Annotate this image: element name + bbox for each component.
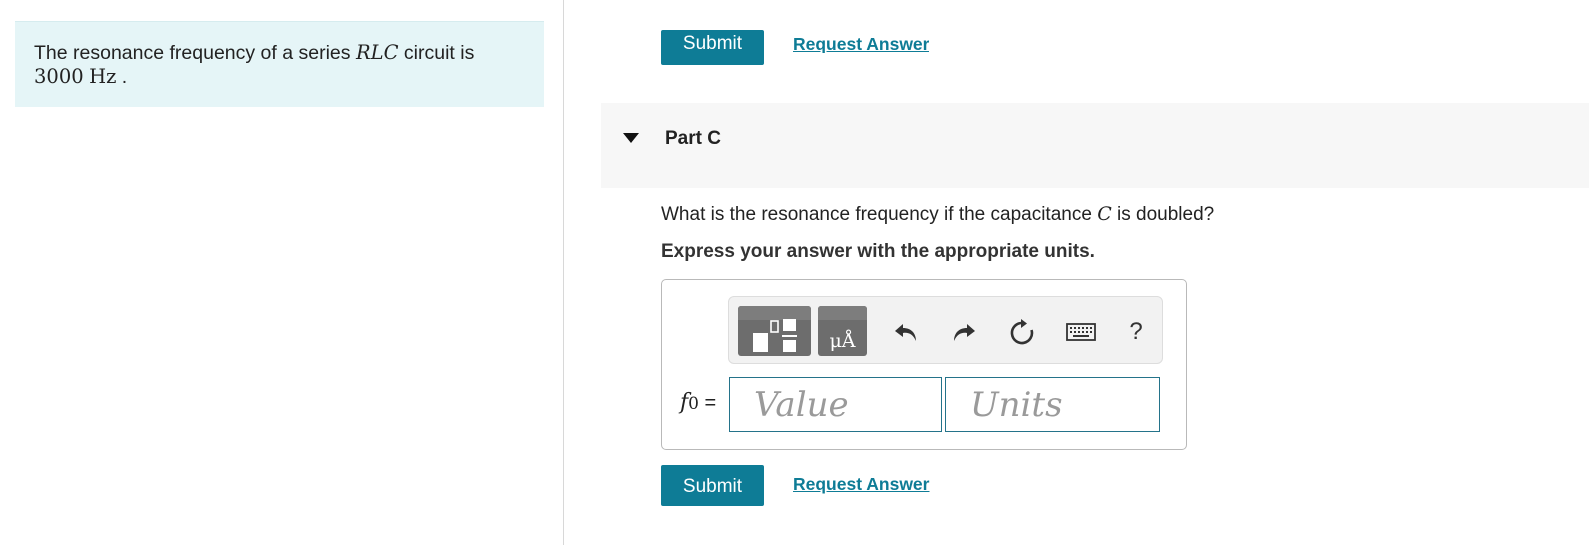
part-header[interactable]: Part C [601, 103, 1589, 188]
answer-box: μÅ ? f0 = Value Units [661, 279, 1187, 450]
problem-statement: The resonance frequency of a series RLC … [15, 21, 544, 107]
units-button[interactable]: μÅ [818, 306, 867, 356]
help-button[interactable]: ? [1121, 317, 1151, 347]
reset-icon [1010, 319, 1034, 345]
value-input[interactable] [729, 377, 942, 432]
question-prefix: What is the resonance frequency if the c… [661, 204, 1098, 225]
math-toolbar: μÅ ? [728, 296, 1163, 364]
reset-button[interactable] [1007, 317, 1037, 347]
column-divider [563, 0, 564, 545]
previous-submit-button[interactable]: Submit [661, 30, 764, 65]
frequency-unit: Hz [89, 65, 117, 88]
problem-text-suffix: circuit is [398, 42, 475, 64]
answer-symbol: f [680, 390, 689, 415]
problem-text-end: . [116, 66, 128, 88]
keyboard-icon [1066, 323, 1096, 341]
problem-text-prefix: The resonance frequency of a series [34, 42, 356, 64]
circuit-symbol: RLC [355, 41, 399, 64]
units-icon: μÅ [829, 330, 856, 352]
submit-button[interactable]: Submit [661, 465, 764, 506]
templates-icon [753, 319, 797, 352]
page: The resonance frequency of a series RLC … [0, 0, 1589, 545]
collapse-caret-icon[interactable] [623, 133, 639, 143]
undo-button[interactable] [891, 317, 921, 347]
answer-equals: = [698, 392, 717, 414]
keyboard-button[interactable] [1064, 317, 1098, 347]
answer-label: f0 = [680, 390, 716, 415]
redo-icon [954, 324, 975, 341]
answer-instruction: Express your answer with the appropriate… [661, 241, 1095, 262]
redo-button[interactable] [949, 317, 979, 347]
frequency-value: 3000 [34, 65, 84, 88]
previous-request-answer-link[interactable]: Request Answer [793, 27, 929, 53]
units-input[interactable] [945, 377, 1160, 432]
capacitance-symbol: C [1097, 203, 1112, 225]
templates-button[interactable] [738, 306, 811, 356]
question-text: What is the resonance frequency if the c… [661, 203, 1214, 226]
answer-subscript: 0 [688, 394, 699, 414]
undo-icon [895, 324, 916, 341]
previous-submit-label: Submit [682, 33, 743, 54]
request-answer-link[interactable]: Request Answer [793, 474, 929, 495]
part-title: Part C [665, 128, 721, 149]
question-suffix: is doubled? [1111, 204, 1215, 225]
help-icon: ? [1129, 318, 1143, 345]
